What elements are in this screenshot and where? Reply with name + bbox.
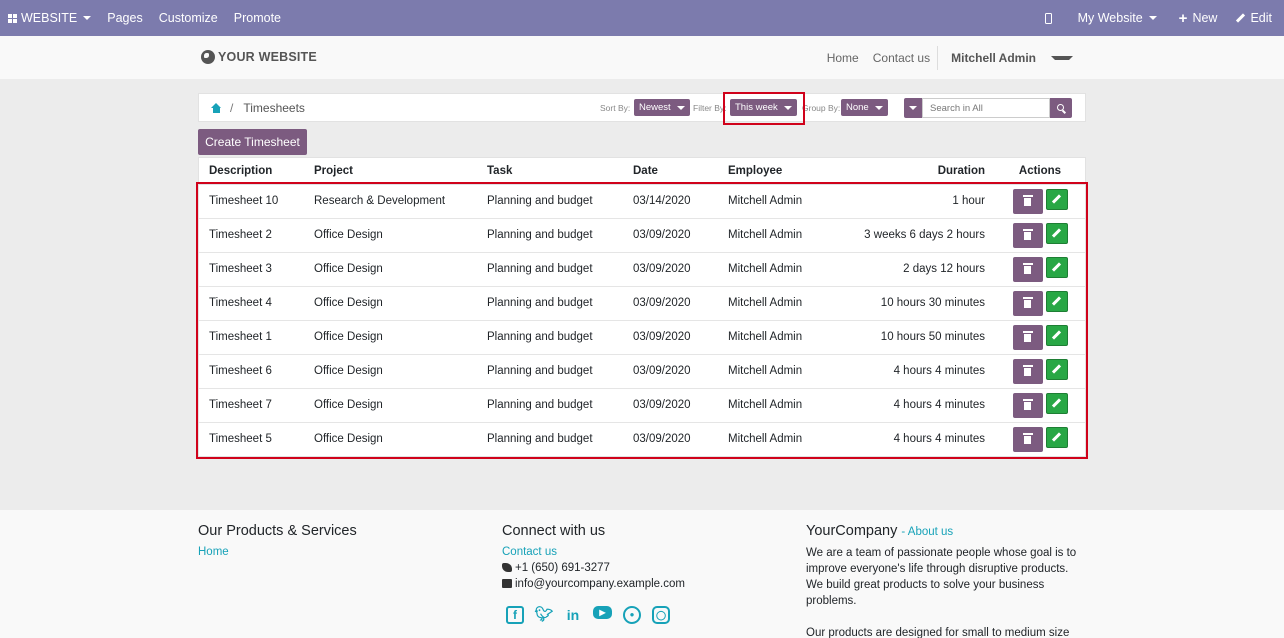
customize-menu[interactable]: Customize [151,0,226,36]
footer-contact-link[interactable]: Contact us [502,544,685,560]
footer-company: YourCompany - About us We are a team of … [806,523,1086,638]
envelope-icon [502,579,512,588]
filter-label: Filter By: [693,103,727,113]
table-header-row: Description Project Task Date Employee D… [199,158,1085,185]
search-button[interactable] [1050,98,1072,118]
mobile-preview-button[interactable] [1037,0,1070,36]
chevron-down-icon [874,105,883,110]
sort-dropdown[interactable]: Newest [634,99,690,116]
footer-home-link[interactable]: Home [198,544,357,560]
search-icon [1056,103,1064,111]
globe-icon [201,50,215,64]
footer-connect: Connect with us Contact us +1 (650) 691-… [502,523,685,624]
facebook-icon[interactable]: f [506,606,524,624]
nav-contact-link[interactable]: Contact us [866,51,937,65]
instagram-icon[interactable]: ◯ [652,606,670,624]
website-app-menu[interactable]: WEBSITE [0,0,99,36]
column-header-employee[interactable]: Employee [718,158,838,185]
chevron-down-icon [909,106,917,110]
portal-toolbar: / Timesheets Sort By: Newest Filter By: … [198,93,1086,122]
column-header-project[interactable]: Project [304,158,477,185]
phone-icon [502,563,512,572]
footer-about-link[interactable]: About us [908,526,953,538]
home-icon[interactable] [211,103,222,113]
footer-phone: +1 (650) 691-3277 [502,560,685,576]
column-header-date[interactable]: Date [623,158,718,185]
plus-icon: + [1178,9,1188,27]
sort-label: Sort By: [600,103,631,113]
promote-menu[interactable]: Promote [226,0,289,36]
column-header-duration[interactable]: Duration [838,158,995,185]
site-nav: Home Contact us Mitchell Admin [820,36,1080,79]
user-menu[interactable]: Mitchell Admin [937,45,1080,70]
group-label: Group By: [802,103,841,113]
create-timesheet-button[interactable]: Create Timesheet [198,129,307,155]
twitter-icon[interactable]: 🐦︎ [534,606,553,624]
youtube-icon[interactable]: ▶ [593,606,612,619]
website-header: YOUR WEBSITE Home Contact us Mitchell Ad… [0,36,1284,79]
chevron-down-icon [1148,16,1157,20]
pencil-icon [1236,13,1246,23]
social-links: f 🐦︎ in ▶ ● ◯ [506,606,685,624]
apps-grid-icon [8,13,17,23]
chevron-down-icon [676,105,685,110]
column-header-task[interactable]: Task [477,158,623,185]
search-input[interactable] [922,98,1050,118]
edit-button[interactable]: Edit [1231,0,1284,36]
footer-company-description: We are a team of passionate people whose… [806,547,1077,607]
footer-company-products: Our products are designed for small to m… [806,627,1070,638]
filter-highlight-box [723,92,805,125]
column-header-description[interactable]: Description [199,158,304,185]
chevron-down-icon [1051,55,1073,60]
column-header-actions: Actions [995,158,1085,185]
new-button[interactable]: + New [1171,0,1232,36]
mobile-icon [1044,12,1052,24]
footer-products-title: Our Products & Services [198,523,357,539]
footer-company-title: YourCompany - About us [806,523,954,539]
footer-products: Our Products & Services Home [198,523,357,560]
site-footer: Our Products & Services Home Connect wit… [0,510,1284,638]
search-scope-dropdown[interactable] [904,98,922,118]
rows-highlight-box [196,182,1088,459]
footer-email: info@yourcompany.example.com [502,576,685,592]
breadcrumb-current: Timesheets [243,101,305,115]
breadcrumb: / Timesheets [211,101,305,115]
chevron-down-icon [83,16,92,20]
pages-menu[interactable]: Pages [99,0,150,36]
group-dropdown[interactable]: None [841,99,888,116]
linkedin-icon[interactable]: in [564,606,582,624]
github-icon[interactable]: ● [623,606,641,624]
nav-home-link[interactable]: Home [820,51,866,65]
admin-navbar: WEBSITE Pages Customize Promote My Websi… [0,0,1284,36]
site-logo[interactable]: YOUR WEBSITE [201,50,317,64]
footer-connect-title: Connect with us [502,523,606,539]
website-selector[interactable]: My Website [1070,0,1171,36]
